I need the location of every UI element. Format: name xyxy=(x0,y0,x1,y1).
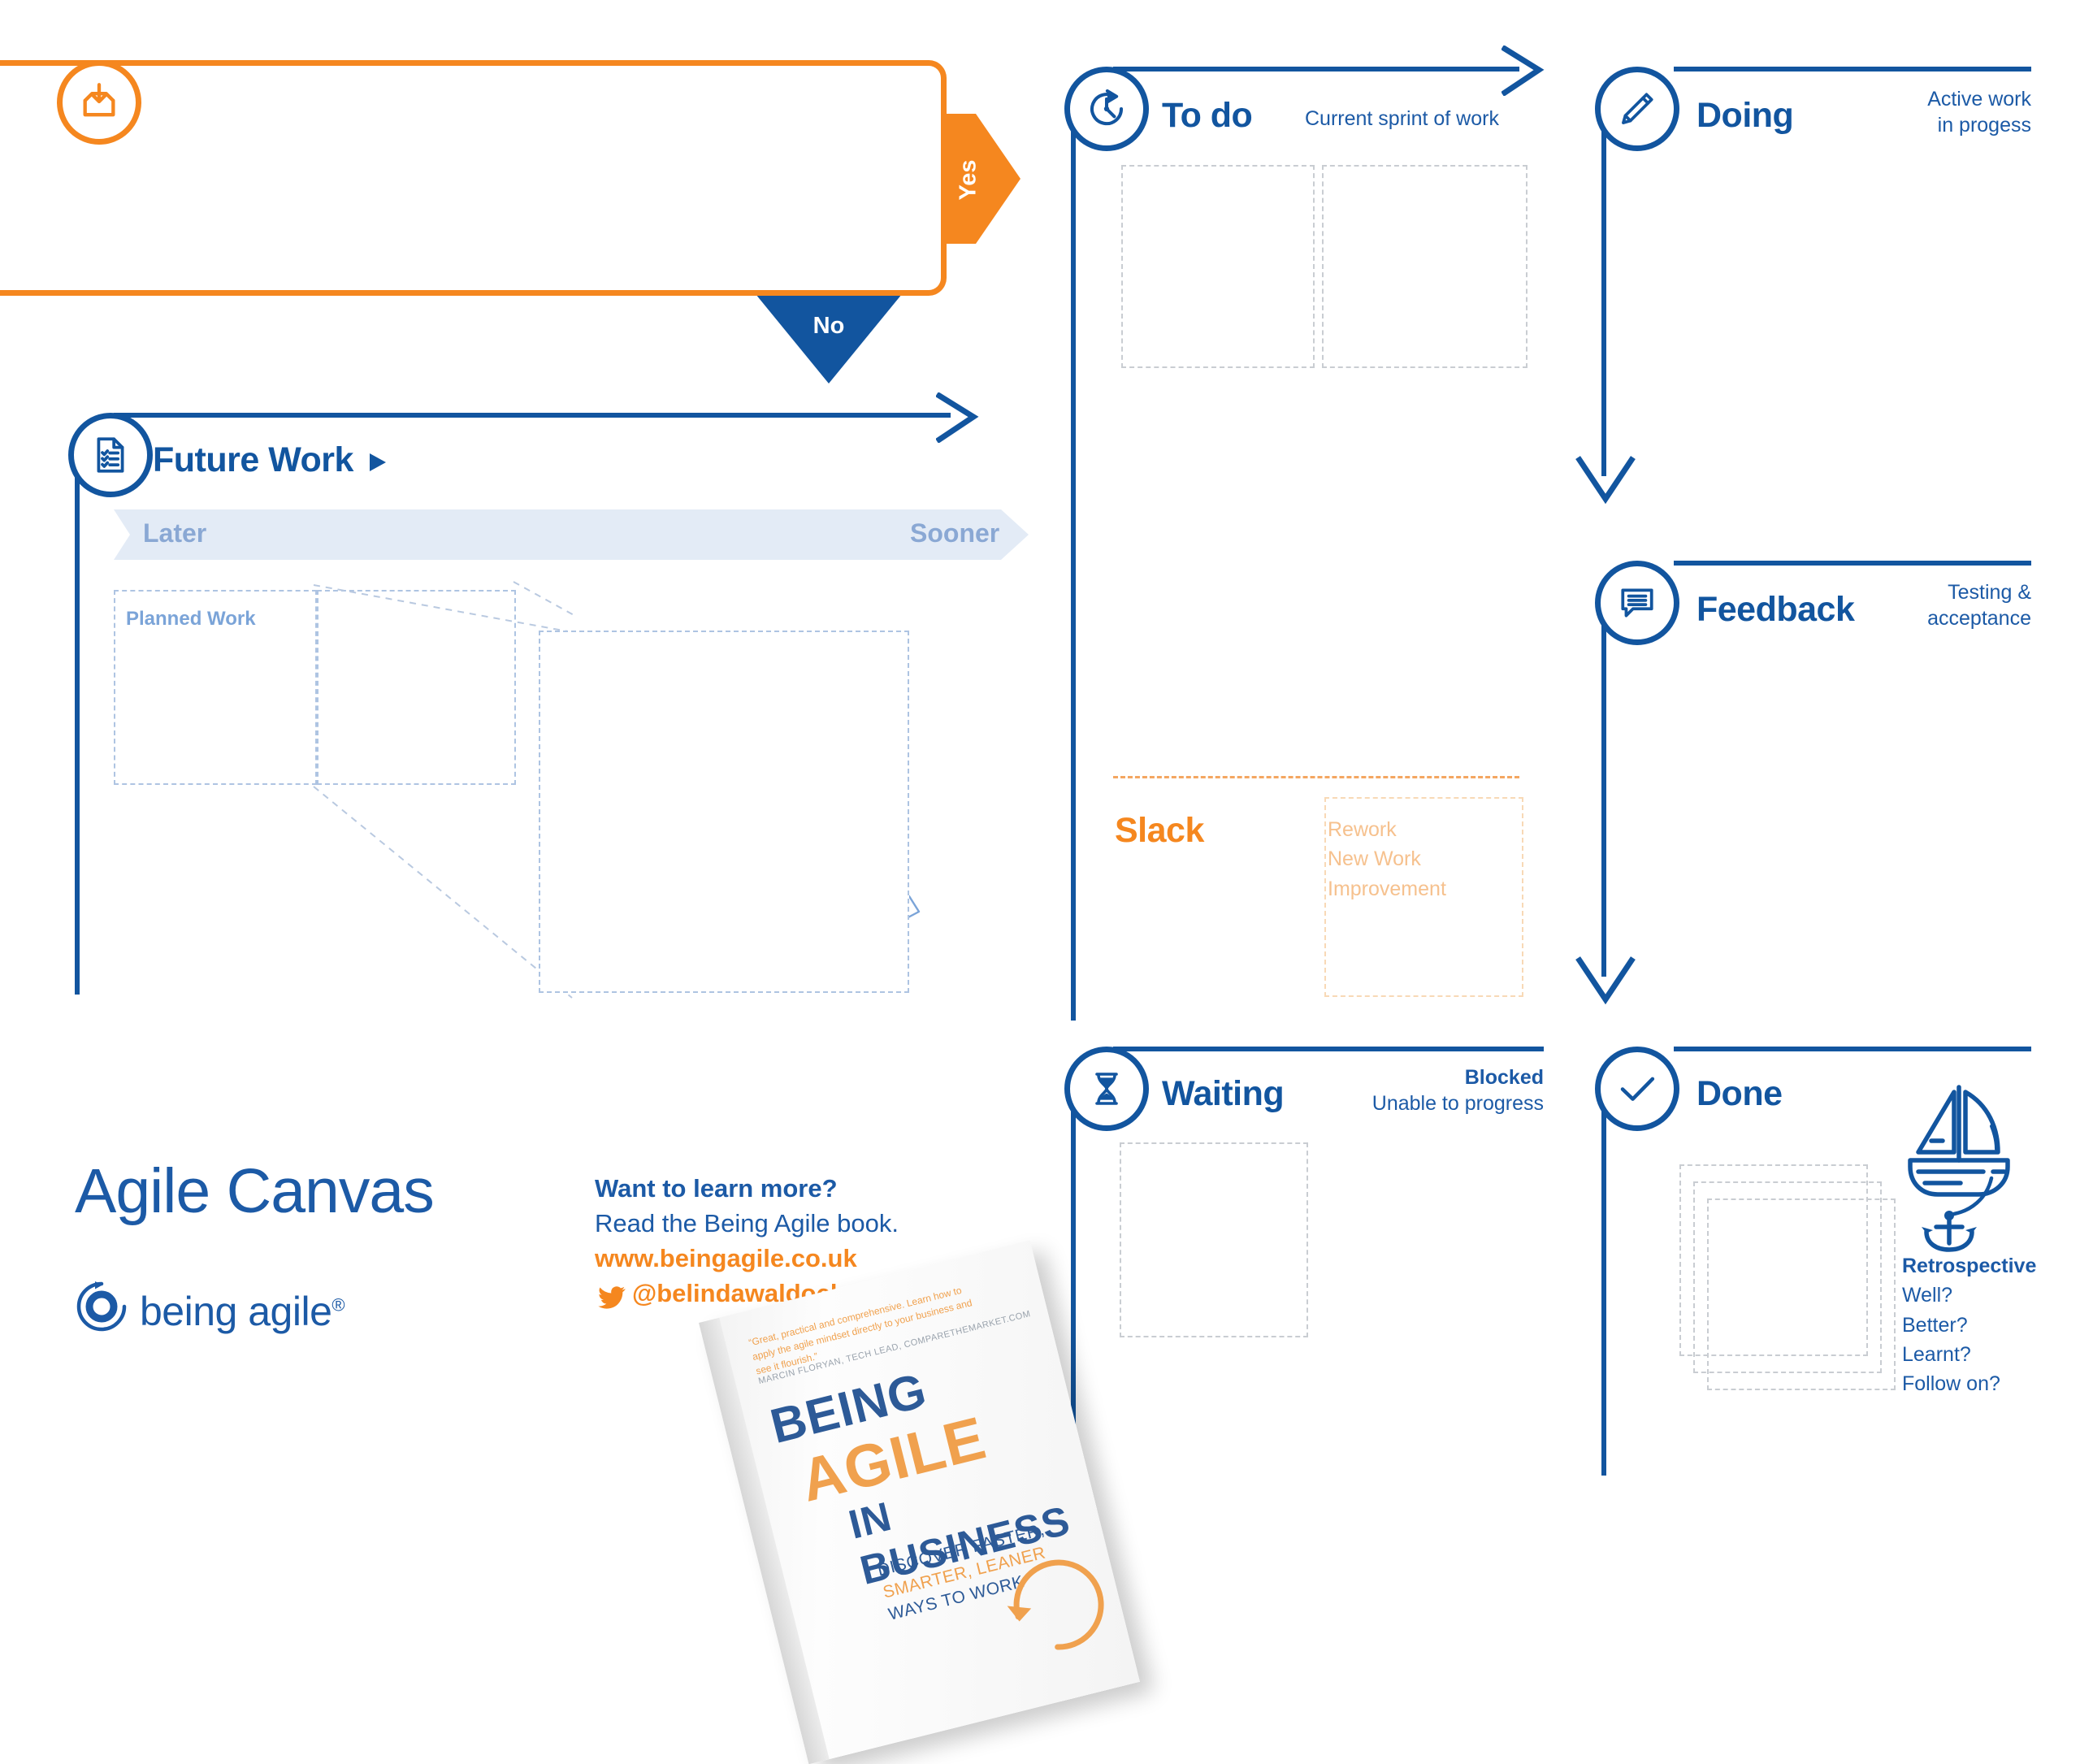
learn-more-heading: Want to learn more? xyxy=(595,1174,838,1203)
retrospective-block: Retrospective Well? Better? Learnt? Foll… xyxy=(1902,1251,2036,1398)
doing-subtitle-line1: Active work xyxy=(1927,88,2031,111)
future-work-icon-bubble xyxy=(68,413,153,497)
registered-mark: ® xyxy=(332,1294,345,1315)
todo-arrow-head-icon xyxy=(1502,46,1545,96)
done-top-rule xyxy=(1674,1047,2031,1051)
waiting-subtitle-line2: Unable to progress xyxy=(1372,1092,1544,1115)
waiting-subtitle: Blocked Unable to progress xyxy=(1300,1064,1544,1116)
doing-to-feedback-arrow-icon xyxy=(1575,456,1636,505)
waiting-blocked-label: Blocked xyxy=(1464,1066,1544,1089)
doing-left-connector xyxy=(1601,111,1606,476)
being-agile-circle-logo xyxy=(76,1281,127,1332)
waiting-icon-bubble xyxy=(1064,1047,1149,1131)
todo-top-rule xyxy=(1113,67,1519,72)
brand-name: being agile® xyxy=(140,1288,345,1335)
todo-subtitle: Current sprint of work xyxy=(1305,107,1499,130)
retrospective-item: Learnt? xyxy=(1902,1342,1971,1366)
future-work-expand-triangle-icon[interactable] xyxy=(370,453,386,471)
doing-subtitle-line2: in progess xyxy=(1937,114,2031,137)
feedback-left-connector xyxy=(1601,605,1606,977)
feedback-icon-bubble xyxy=(1595,561,1679,645)
slack-title: Slack xyxy=(1115,811,1204,850)
checklist-document-icon xyxy=(97,437,124,473)
website-link[interactable]: www.beingagile.co.uk xyxy=(595,1242,857,1276)
slack-item-list: Rework New Work Improvement xyxy=(1328,815,1446,904)
speech-bubble-icon xyxy=(1621,588,1653,618)
page-title: Agile Canvas xyxy=(75,1156,435,1226)
waiting-top-rule xyxy=(1113,1047,1544,1051)
ribbon-later-label: Later xyxy=(143,518,207,548)
todo-card-slot[interactable] xyxy=(1121,165,1315,368)
waiting-title: Waiting xyxy=(1162,1074,1285,1113)
feedback-top-rule xyxy=(1674,561,2031,566)
done-icon-bubble xyxy=(1595,1047,1679,1131)
done-card-slot[interactable] xyxy=(1707,1198,1896,1390)
future-work-arrow-head-icon xyxy=(936,392,979,443)
todo-left-connector xyxy=(1071,111,1076,1021)
slack-item[interactable]: Improvement xyxy=(1328,874,1446,904)
feedback-to-done-arrow-icon xyxy=(1575,956,1636,1005)
done-title: Done xyxy=(1696,1074,1783,1113)
slack-item[interactable]: New Work xyxy=(1328,844,1446,873)
feedback-subtitle-line1: Testing & xyxy=(1948,581,2031,604)
slack-divider xyxy=(1113,776,1519,778)
activity-card[interactable] xyxy=(539,631,909,993)
inbox-tray-icon xyxy=(83,83,115,117)
later-sooner-ribbon xyxy=(114,509,1029,560)
future-work-top-rule xyxy=(114,413,951,418)
todo-card-slot[interactable] xyxy=(1322,165,1528,368)
no-label: No xyxy=(812,313,845,339)
doing-subtitle: Active work in progess xyxy=(1788,86,2031,138)
retrospective-item: Better? xyxy=(1902,1313,1968,1337)
done-left-connector xyxy=(1601,1090,1606,1476)
twitter-bird-icon[interactable] xyxy=(598,1286,626,1309)
waiting-card-slot[interactable] xyxy=(1120,1142,1308,1337)
retrospective-item: Follow on? xyxy=(1902,1372,2000,1395)
planned-work-label: Planned Work xyxy=(126,608,256,630)
waiting-subtitle-line1: Blocked xyxy=(1300,1064,1544,1090)
inbox-panel xyxy=(0,60,947,296)
future-work-left-connector xyxy=(75,457,80,995)
todo-title: To do xyxy=(1162,96,1253,135)
doing-icon-bubble xyxy=(1595,67,1679,151)
retrospective-item: Well? xyxy=(1902,1284,1953,1307)
brand-name-text: being agile xyxy=(140,1289,332,1334)
learn-more-line: Read the Being Agile book. xyxy=(595,1209,899,1237)
check-circle-icon xyxy=(1620,1077,1655,1101)
pencil-icon xyxy=(1622,93,1653,124)
hourglass-icon xyxy=(1095,1073,1118,1105)
doing-title: Doing xyxy=(1696,96,1794,135)
doing-top-rule xyxy=(1674,67,2031,72)
inbox-icon-bubble xyxy=(57,60,141,145)
ribbon-sooner-label: Sooner xyxy=(910,518,1000,548)
feedback-subtitle-line2: acceptance xyxy=(1927,607,2031,630)
todo-icon-bubble xyxy=(1064,67,1149,151)
sailboat-anchor-icon xyxy=(1908,1085,2010,1252)
retrospective-heading: Retrospective xyxy=(1902,1255,2037,1277)
slack-item[interactable]: Rework xyxy=(1328,815,1446,844)
yes-label: Yes xyxy=(955,159,982,201)
clock-arrow-icon xyxy=(1090,89,1124,126)
future-work-title: Future Work xyxy=(153,440,353,479)
feedback-subtitle: Testing & acceptance xyxy=(1788,579,2031,631)
